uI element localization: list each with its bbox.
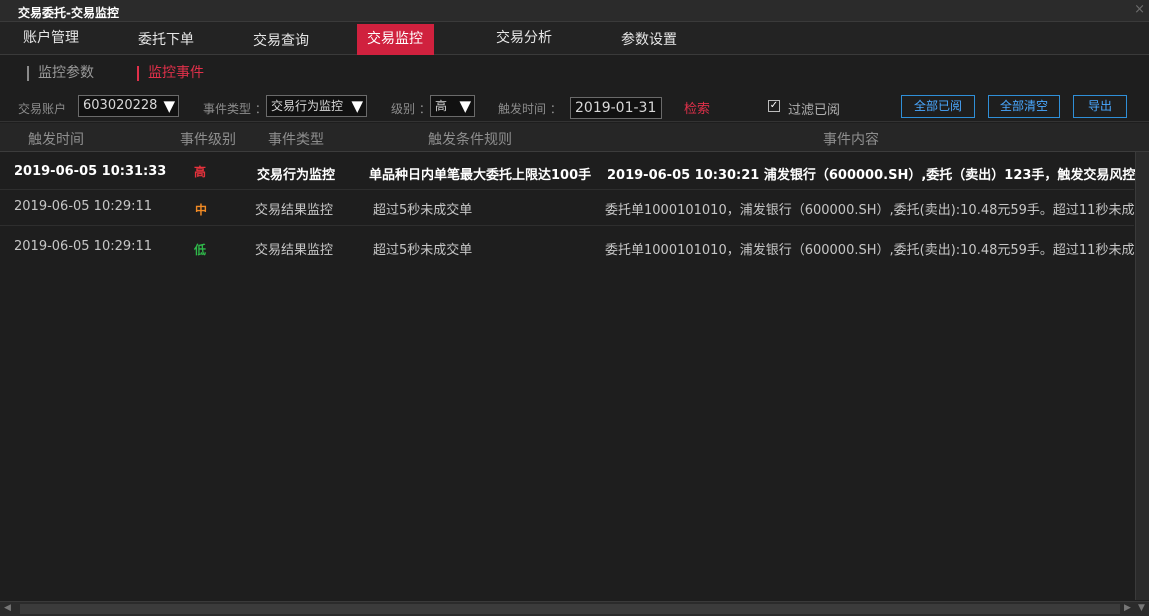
table-row[interactable]: 2019-06-05 10:31:33 高 交易行为监控 单品种日内单笔最大委托… — [0, 154, 1136, 190]
window-title: 交易委托-交易监控 — [18, 6, 119, 20]
menu-item-account-management[interactable]: 账户管理 — [13, 22, 89, 55]
cell-content: 2019-06-05 10:30:21 浦发银行（600000.SH）,委托（卖… — [607, 168, 1136, 183]
clear-all-button[interactable]: 全部清空 — [988, 95, 1060, 118]
filter-bar: 交易账户 603020228 ▼ 事件类型 ： 交易行为监控 ▼ 级别 ： 高 … — [0, 92, 1149, 122]
level-value: 高 — [435, 99, 448, 113]
main-menu: 账户管理 委托下单 交易查询 交易监控 交易分析 参数设置 — [0, 22, 1149, 55]
horizontal-scrollbar[interactable]: ◀ ▶ ▼ — [0, 601, 1149, 616]
chevron-down-icon: ▼ — [351, 97, 363, 115]
table-row[interactable]: 2019-06-05 10:29:11 低 交易结果监控 超过5秒未成交单 委托… — [0, 226, 1134, 262]
chevron-down-icon: ▼ — [459, 97, 471, 115]
export-button[interactable]: 导出 — [1073, 95, 1127, 118]
menu-item-place-order[interactable]: 委托下单 — [128, 24, 204, 57]
cell-type: 交易结果监控 — [255, 203, 334, 218]
title-bar: 交易委托-交易监控 × — [0, 0, 1149, 22]
cell-level-badge: 中 — [195, 203, 208, 217]
search-button[interactable]: 检索 — [684, 98, 710, 117]
cell-rule: 单品种日内单笔最大委托上限达100手 — [369, 168, 592, 183]
account-value: 603020228 — [83, 98, 158, 113]
table-row[interactable]: 2019-06-05 10:29:11 中 交易结果监控 超过5秒未成交单 委托… — [0, 190, 1134, 226]
table-header: 触发时间 事件级别 事件类型 触发条件规则 事件内容 — [0, 123, 1149, 152]
cell-type: 交易行为监控 — [257, 168, 336, 183]
close-icon[interactable]: × — [1134, 2, 1145, 17]
menu-item-trade-query[interactable]: 交易查询 — [243, 25, 319, 58]
account-label: 交易账户 — [18, 102, 67, 116]
trigger-time-input[interactable]: 2019-01-31 — [570, 97, 662, 119]
scroll-down-icon[interactable]: ▼ — [1138, 603, 1145, 613]
level-select[interactable]: 高 ▼ — [430, 95, 475, 117]
cell-time: 2019-06-05 10:31:33 — [14, 164, 167, 179]
scroll-thumb[interactable] — [20, 604, 1120, 614]
cell-level-badge: 高 — [194, 165, 207, 179]
sub-tabs: 监控参数 监控事件 — [0, 56, 1149, 92]
menu-item-trade-monitor[interactable]: 交易监控 — [357, 24, 434, 55]
event-type-value: 交易行为监控 — [271, 99, 344, 113]
mark-all-read-button[interactable]: 全部已阅 — [901, 95, 975, 118]
tab-monitor-events[interactable]: 监控事件 — [137, 66, 204, 81]
cell-type: 交易结果监控 — [255, 243, 334, 258]
column-header-rule[interactable]: 触发条件规则 — [428, 129, 512, 149]
menu-item-parameter-settings[interactable]: 参数设置 — [611, 24, 687, 57]
scroll-right-icon[interactable]: ▶ — [1124, 603, 1131, 613]
vertical-scrollbar[interactable] — [1135, 152, 1149, 600]
level-label: 级别 ： — [391, 102, 431, 116]
event-type-select[interactable]: 交易行为监控 ▼ — [266, 95, 367, 117]
column-header-type[interactable]: 事件类型 — [268, 129, 324, 149]
cell-content: 委托单1000101010，浦发银行（600000.SH）,委托(卖出):10.… — [605, 203, 1135, 218]
column-header-level[interactable]: 事件级别 — [180, 129, 236, 149]
column-header-content[interactable]: 事件内容 — [823, 129, 879, 149]
filter-read-checkbox[interactable]: ✓ — [768, 100, 780, 112]
cell-time: 2019-06-05 10:29:11 — [14, 199, 153, 214]
event-type-label: 事件类型 ： — [203, 102, 267, 116]
cell-level-badge: 低 — [194, 243, 207, 257]
scroll-left-icon[interactable]: ◀ — [4, 603, 11, 613]
filter-read-label: 过滤已阅 — [788, 103, 841, 118]
tab-monitor-params[interactable]: 监控参数 — [27, 66, 94, 81]
cell-content: 委托单1000101010，浦发银行（600000.SH）,委托(卖出):10.… — [605, 243, 1135, 258]
account-select[interactable]: 603020228 ▼ — [78, 95, 179, 117]
trigger-time-label: 触发时间 ： — [498, 102, 562, 116]
column-header-time[interactable]: 触发时间 — [28, 129, 84, 149]
cell-rule: 超过5秒未成交单 — [373, 203, 473, 218]
menu-item-trade-analysis[interactable]: 交易分析 — [486, 22, 562, 55]
cell-time: 2019-06-05 10:29:11 — [14, 239, 153, 254]
cell-rule: 超过5秒未成交单 — [373, 243, 473, 258]
chevron-down-icon: ▼ — [163, 97, 175, 115]
